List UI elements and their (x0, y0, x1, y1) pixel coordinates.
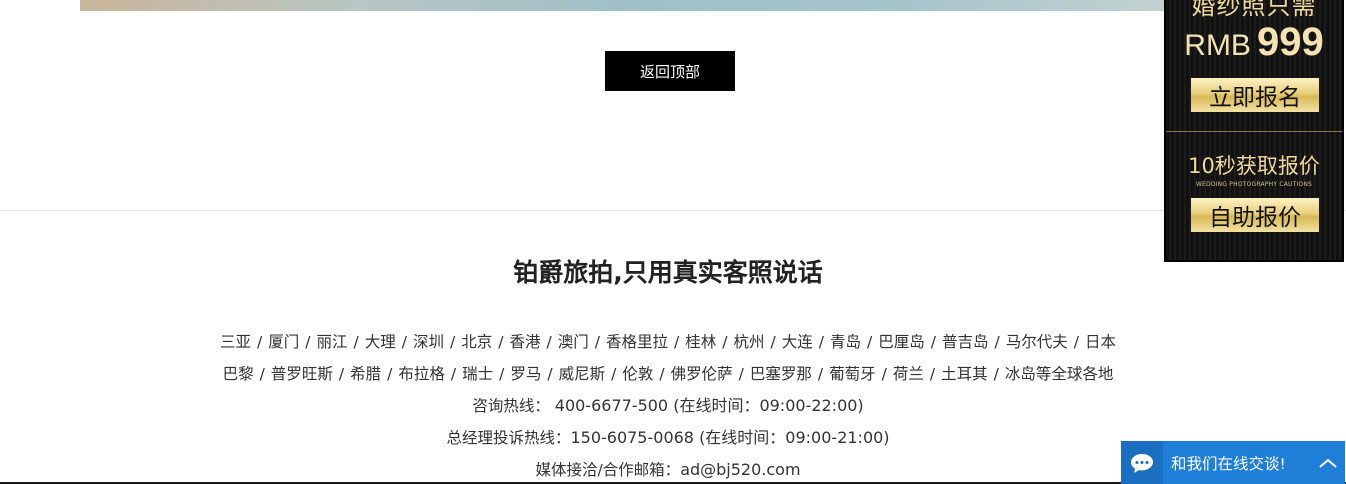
destination-link[interactable]: 荷兰 (893, 365, 924, 383)
chat-label[interactable]: 和我们在线交谈! (1171, 452, 1311, 474)
promo-price: RMB 999 (1166, 20, 1342, 65)
destination-separator: / (867, 333, 873, 351)
destination-link[interactable]: 巴厘岛 (878, 333, 925, 351)
destination-link[interactable]: 冰岛等全球各地 (1005, 365, 1114, 383)
destination-separator: / (659, 365, 665, 383)
promo-side-panel: 婚纱照只需 RMB 999 立即报名 10秒获取报价 WEDDING PHOTOG… (1164, 0, 1344, 262)
destination-link[interactable]: 丽江 (316, 333, 347, 351)
quote-subtitle: WEDDING PHOTOGRAPHY CAUTIONS (1195, 181, 1313, 188)
destination-link[interactable]: 巴塞罗那 (750, 365, 812, 383)
media-email-value[interactable]: ad@bj520.com (680, 460, 800, 479)
destination-separator: / (770, 333, 776, 351)
destination-separator: / (674, 333, 680, 351)
destination-link[interactable]: 大理 (365, 333, 396, 351)
signup-button[interactable]: 立即报名 (1191, 78, 1319, 112)
complaint-hotline-label: 总经理投诉热线： (446, 429, 571, 447)
destination-separator: / (738, 365, 744, 383)
media-email-label: 媒体接洽/合作邮箱： (535, 461, 681, 479)
destination-link[interactable]: 桂林 (685, 333, 716, 351)
destination-link[interactable]: 佛罗伦萨 (671, 365, 733, 383)
destination-link[interactable]: 青岛 (830, 333, 861, 351)
footer-slogan: 铂爵旅拍,只用真实客照说话 (513, 258, 823, 287)
quote-title: 10秒获取报价 (1188, 154, 1320, 178)
back-to-top-button[interactable]: 返回顶部 (605, 51, 735, 91)
promo-divider (1166, 131, 1342, 132)
destination-link[interactable]: 香格里拉 (606, 333, 668, 351)
destination-separator: / (498, 333, 504, 351)
self-quote-button[interactable]: 自助报价 (1191, 198, 1319, 232)
hotline-row: 咨询热线： 400-6677-500 (在线时间：09:00-22:00) (0, 390, 1336, 422)
destination-link[interactable]: 罗马 (510, 365, 541, 383)
chat-bubble-icon[interactable] (1121, 441, 1163, 484)
destination-separator: / (930, 333, 936, 351)
destination-separator: / (499, 365, 505, 383)
destination-link[interactable]: 布拉格 (398, 365, 445, 383)
section-divider (0, 210, 1346, 211)
destination-separator: / (259, 365, 265, 383)
destination-link[interactable]: 香港 (509, 333, 540, 351)
destination-separator: / (257, 333, 263, 351)
price-value: 999 (1256, 20, 1324, 64)
destination-separator: / (401, 333, 407, 351)
destination-separator: / (305, 333, 311, 351)
destination-link[interactable]: 澳门 (558, 333, 589, 351)
complaint-hotline-value: 150-6075-0068 (在线时间：09:00-21:00) (570, 428, 890, 447)
destination-separator: / (546, 333, 552, 351)
destination-link[interactable]: 三亚 (220, 333, 251, 351)
destination-link[interactable]: 深圳 (413, 333, 444, 351)
destination-link[interactable]: 威尼斯 (559, 365, 606, 383)
destination-link[interactable]: 希腊 (350, 365, 381, 383)
destination-separator: / (353, 333, 359, 351)
destination-separator: / (929, 365, 936, 383)
destination-link[interactable]: 大连 (782, 333, 813, 351)
destination-link[interactable]: 马尔代夫 (1006, 333, 1068, 351)
destination-separator: / (1073, 333, 1079, 351)
destination-separator: / (881, 365, 887, 383)
destination-separator: / (450, 333, 456, 351)
destination-separator: / (722, 333, 728, 351)
destination-list-line-1: 三亚 / 厦门 / 丽江 / 大理 / 深圳 / 北京 / 香港 / 澳门 / 香格里拉 / 桂林 / 杭州 / 大连 / 青岛… (0, 326, 1336, 358)
destination-link[interactable]: 普罗旺斯 (271, 365, 333, 383)
destination-separator: / (450, 365, 457, 383)
destination-link[interactable]: 土耳其 (941, 365, 988, 383)
destination-separator: / (547, 365, 553, 383)
destination-separator: / (594, 333, 600, 351)
banner-photo-strip (80, 0, 1180, 11)
live-chat-widget[interactable]: 和我们在线交谈! (1121, 441, 1345, 484)
price-currency: RMB (1184, 29, 1251, 62)
promo-headline: 婚纱照只需 (1191, 0, 1317, 20)
destination-separator: / (993, 365, 999, 383)
destination-separator: / (387, 365, 393, 383)
destination-link[interactable]: 北京 (461, 333, 492, 351)
hotline-label: 咨询热线： (472, 397, 550, 415)
destination-list-line-2: 巴黎 / 普罗旺斯 / 希腊 / 布拉格 / 瑞士 / 罗马 / 威尼斯 / 伦敦 / 佛罗伦萨 / 巴塞罗那 / 葡萄… (0, 358, 1336, 390)
destination-link[interactable]: 巴黎 (223, 365, 254, 383)
destination-separator: / (817, 365, 824, 383)
chevron-up-icon[interactable] (1311, 441, 1345, 484)
destination-link[interactable]: 日本 (1085, 333, 1116, 351)
destination-separator: / (818, 333, 824, 351)
destination-link[interactable]: 杭州 (733, 333, 764, 351)
destination-link[interactable]: 葡萄牙 (829, 365, 876, 383)
destination-link[interactable]: 厦门 (268, 333, 299, 351)
destination-link[interactable]: 瑞士 (462, 365, 493, 383)
destination-separator: / (611, 365, 617, 383)
destination-separator: / (994, 333, 1000, 351)
destination-separator: / (338, 365, 345, 383)
destination-link[interactable]: 普吉岛 (942, 333, 989, 351)
hotline-value: 400-6677-500 (在线时间：09:00-22:00) (554, 396, 864, 415)
destination-link[interactable]: 伦敦 (622, 365, 653, 383)
